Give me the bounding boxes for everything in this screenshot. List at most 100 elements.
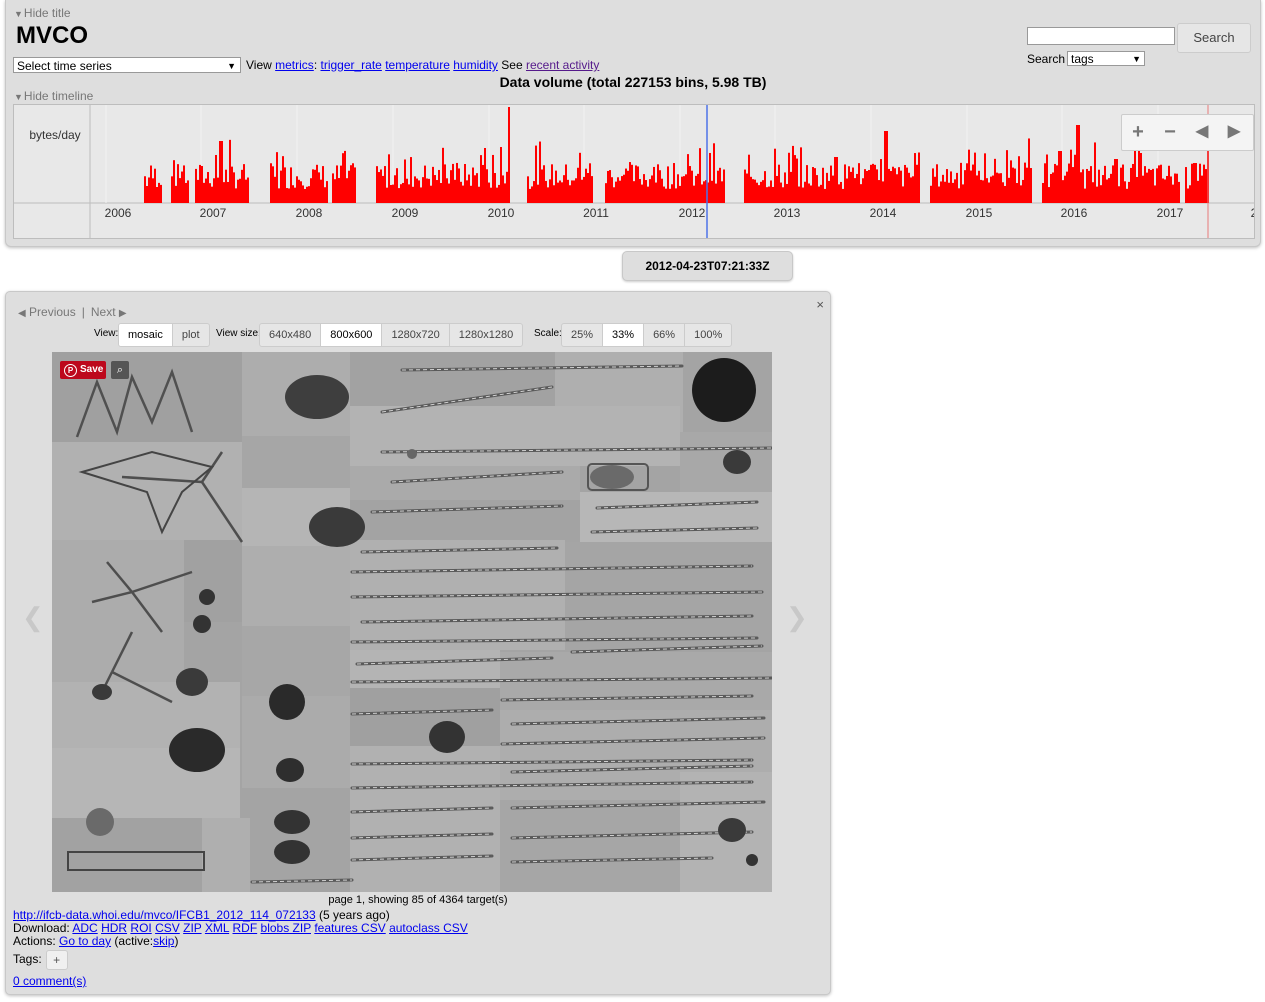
timeline-bar [438,169,440,203]
zoom-in-button[interactable]: + [1124,118,1152,146]
download-blobs-zip-link[interactable]: blobs ZIP [261,921,311,935]
timeline-bar [418,180,420,203]
hide-title-toggle[interactable]: ▼Hide title [14,6,71,20]
download-roi-link[interactable]: ROI [130,921,151,935]
timeline-bar [1205,169,1207,203]
timeline-bar [940,181,942,203]
timeline-bar [1138,142,1140,203]
hide-timeline-toggle[interactable]: ▼Hide timeline [14,89,93,103]
timeline-bar [665,188,667,203]
scale-option-33pct[interactable]: 33% [603,324,645,346]
time-series-select[interactable]: Select time series ▼ [13,57,241,73]
view-option-mosaic[interactable]: mosaic [119,324,173,346]
mosaic-prev-arrow-icon[interactable]: ❮ [22,602,44,633]
timeline-bar [1154,185,1156,203]
timeline-bar [563,175,565,203]
timeline-bar [207,172,209,203]
go-to-day-link[interactable]: Go to day [59,934,111,948]
timeline-bar [1150,170,1152,203]
size-option-1280x1280[interactable]: 1280x1280 [450,324,522,346]
search-field-select[interactable]: tags ▼ [1067,51,1145,66]
humidity-link[interactable]: humidity [453,58,498,72]
timeline-bar [406,178,408,203]
download-adc-link[interactable]: ADC [72,921,97,935]
timeline-bar [290,167,292,203]
timeline-bar [758,185,760,203]
timeline-bar [948,182,950,203]
download-features-csv-link[interactable]: features CSV [314,921,385,935]
timeline-bar [1152,168,1154,203]
timeline-bar [934,176,936,203]
timeline-bar [460,181,462,203]
download-autoclass-csv-link[interactable]: autoclass CSV [389,921,468,935]
temperature-link[interactable]: temperature [385,58,450,72]
metrics-link[interactable]: metrics [275,58,314,72]
plankton-mosaic-image[interactable]: P Save ⌕ [52,352,772,892]
close-icon[interactable]: × [816,297,824,312]
timeline-bar [1062,180,1064,203]
scroll-forward-button[interactable]: ▶ [1220,118,1248,146]
timeline-bar [645,180,647,203]
previous-button[interactable]: ◀ Previous [18,305,76,319]
size-option-640x480[interactable]: 640x480 [260,324,322,346]
timeline-bar [1191,163,1193,203]
next-button[interactable]: Next ▶ [91,305,127,319]
download-xml-link[interactable]: XML [205,921,229,935]
timeline-bar [1064,175,1066,203]
timeline-bar [998,173,1000,203]
timeline-bar [762,180,764,203]
scale-option-25pct[interactable]: 25% [562,324,604,346]
timeline-bar [340,165,342,203]
timeline-bar [567,179,569,203]
timeline-bar [278,188,280,203]
search-button[interactable]: Search [1177,23,1251,53]
timeline-chart[interactable]: bytes/day 2006 2007 2008 2009 2010 2011 2012 201… [13,104,1255,239]
skip-link[interactable]: skip [153,934,174,948]
comments-link[interactable]: 0 comment(s) [13,974,86,988]
add-tag-button[interactable]: + [45,950,68,970]
download-csv-link[interactable]: CSV [155,921,180,935]
timeline-bar [1162,178,1164,203]
size-option-800x600[interactable]: 800x600 [321,324,383,346]
bin-url-link[interactable]: http://ifcb-data.whoi.edu/mvco/IFCB1_201… [13,908,316,922]
download-zip-link[interactable]: ZIP [183,921,201,935]
search-input[interactable] [1027,27,1175,45]
selected-date-pill[interactable]: 2012-04-23T07:21:33Z [622,251,793,281]
timeline-bar [284,167,286,203]
plankton-cell [193,615,211,633]
trigger-rate-link[interactable]: trigger_rate [320,58,381,72]
mosaic-tile [565,542,772,650]
timeline-bar [1189,185,1191,203]
timeline-bar [675,188,677,203]
timeline-bar [1132,163,1134,203]
pinterest-save-button[interactable]: P Save [60,361,106,379]
timeline-bar [954,179,956,203]
timeline-bar [492,154,494,203]
timeline-bar [683,176,685,203]
recent-activity-link[interactable]: recent activity [526,58,599,72]
timeline-bar [575,178,577,203]
timeline-bar [386,187,388,203]
timeline-bar [828,180,830,203]
scroll-back-button[interactable]: ◀ [1188,118,1216,146]
timeline-bar [201,166,203,203]
timeline-bar [898,167,900,203]
view-option-plot[interactable]: plot [173,324,209,346]
plankton-cell [269,684,305,720]
mosaic-next-arrow-icon[interactable]: ❯ [786,602,808,633]
page-info: page 1, showing 85 of 4364 target(s) [328,894,508,906]
visual-search-icon[interactable]: ⌕ [111,361,129,379]
timeline-bar [338,178,340,203]
timeline-bar [444,164,446,203]
download-rdf-link[interactable]: RDF [233,921,258,935]
download-hdr-link[interactable]: HDR [101,921,127,935]
timeline-bar [382,175,384,203]
scale-option-100pct[interactable]: 100% [685,324,731,346]
timeline-bar [711,180,713,203]
zoom-out-button[interactable]: − [1156,118,1184,146]
scale-option-66pct[interactable]: 66% [644,324,686,346]
download-links: ADC HDR ROI CSV ZIP XML RDF blobs ZIP fe… [72,921,467,935]
size-option-1280x720[interactable]: 1280x720 [382,324,450,346]
timeline-bar [1092,182,1094,203]
timeline-bar [621,176,623,203]
